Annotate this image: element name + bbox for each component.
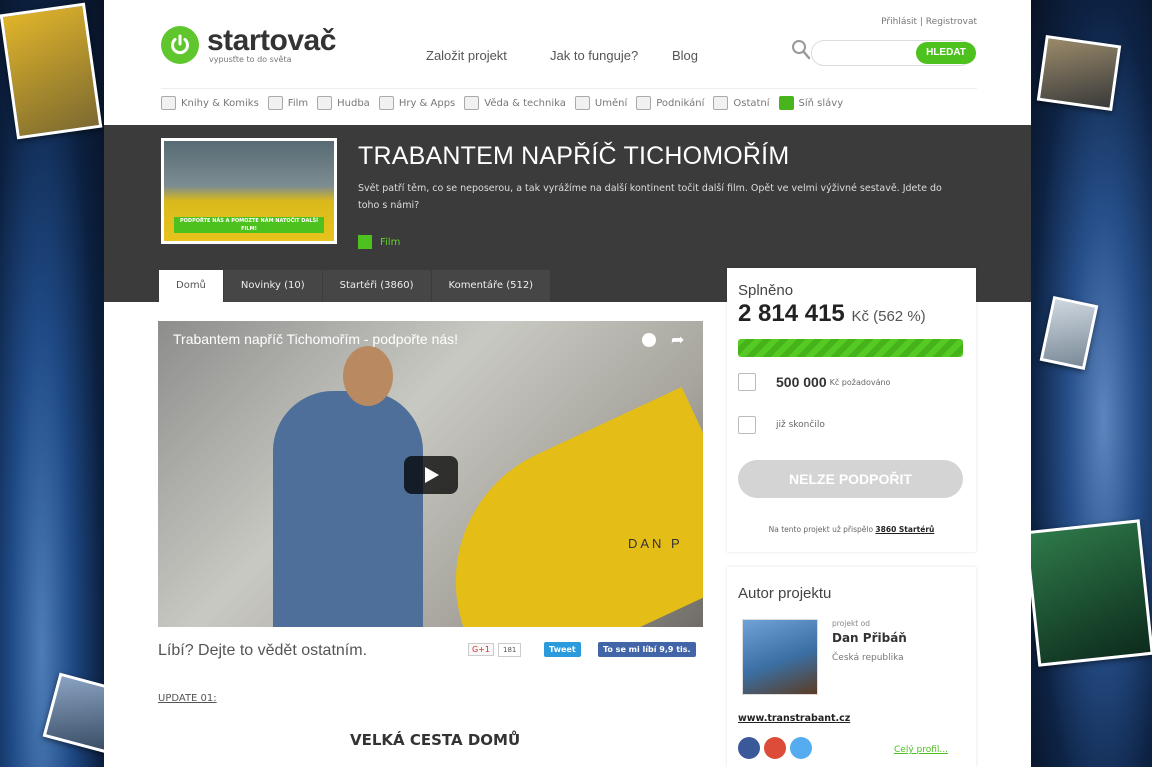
film-icon (358, 235, 372, 249)
project-title: TRABANTEM NAPŘÍČ TICHOMOŘÍM (358, 142, 790, 170)
nav-blog[interactable]: Blog (672, 48, 698, 63)
author-country: Česká republika (832, 653, 904, 663)
author-name[interactable]: Dan Přibáň (832, 631, 907, 645)
category-science[interactable]: Věda & technika (464, 96, 566, 110)
gplus-count: 181 (498, 643, 522, 657)
funded-label: Splněno (738, 282, 794, 299)
project-category-label: Film (380, 236, 401, 248)
checkbox-icon (738, 373, 756, 391)
background-photo (1031, 519, 1152, 667)
author-heading: Autor projektu (738, 585, 832, 602)
divider (161, 88, 977, 89)
background-photo (42, 672, 104, 754)
music-icon (317, 96, 333, 110)
gplus-icon[interactable] (764, 737, 786, 759)
video-title[interactable]: Trabantem napříč Tichomořím - podpořte n… (173, 331, 458, 347)
author-website[interactable]: www.transtrabant.cz (738, 713, 850, 724)
share-row: Líbí? Dejte to vědět ostatním. G+1 181 T… (158, 636, 703, 666)
author-profile-link[interactable]: Celý profil... (894, 745, 948, 755)
tab-bar: Domů Novinky (10) Startéři (3860) Koment… (159, 270, 551, 302)
atom-icon (464, 96, 480, 110)
logo-name: startovač (207, 23, 336, 57)
update-link[interactable]: UPDATE 01: (158, 693, 217, 704)
funded-amount: 2 814 415 Kč (562 %) (738, 300, 926, 327)
logo[interactable]: startovač vypusťte to do světa (161, 23, 336, 64)
goal-amount: 500 000 (776, 374, 827, 390)
tweet-button[interactable]: Tweet (544, 642, 581, 657)
film-icon (267, 96, 283, 110)
author-box: Autor projektu projekt od Dan Přibáň Čes… (727, 567, 976, 767)
funded-currency: Kč (562 %) (851, 308, 926, 325)
palette-icon (574, 96, 590, 110)
search-icon[interactable] (791, 39, 811, 65)
facebook-icon[interactable] (738, 737, 760, 759)
video-person (273, 391, 423, 627)
twitter-icon[interactable] (790, 737, 812, 759)
content-heading: VELKÁ CESTA DOMŮ (350, 731, 521, 749)
calendar-icon (738, 416, 756, 434)
funding-box: Splněno 2 814 415 Kč (562 %) 500 000 Kč … (727, 268, 976, 552)
category-other[interactable]: Ostatní (713, 96, 770, 110)
background-photo (0, 2, 103, 140)
page: startovač vypusťte to do světa Přihlásit… (104, 0, 1031, 767)
category-hall-of-fame[interactable]: Síň slávy (778, 96, 843, 110)
gamepad-icon (378, 96, 394, 110)
thumbnail-banner: PODPOŘTE NÁS A POMOZTE NÁM NATOČIT DALŠÍ… (174, 217, 324, 233)
backers-link[interactable]: 3860 Startérů (875, 525, 934, 534)
video-car (409, 386, 703, 627)
progress-bar (738, 339, 963, 357)
gear-icon (636, 96, 652, 110)
avatar[interactable] (742, 619, 818, 695)
login-links[interactable]: Přihlásit | Registrovat (881, 17, 977, 27)
book-icon (161, 96, 176, 110)
project-description: Svět patří těm, co se neposerou, a tak v… (358, 183, 942, 211)
background-photo (1039, 295, 1099, 371)
tab-backers[interactable]: Startéři (3860) (322, 270, 431, 302)
play-icon[interactable] (404, 456, 458, 494)
category-music[interactable]: Hudba (317, 96, 370, 110)
background-photo (1036, 35, 1122, 111)
gplus-button[interactable]: G+1 (468, 643, 494, 656)
video-car-text: DAN P (628, 536, 683, 551)
category-books[interactable]: Knihy & Komiks (161, 96, 259, 110)
tab-home[interactable]: Domů (159, 270, 223, 302)
tab-news[interactable]: Novinky (10) (223, 270, 322, 302)
category-business[interactable]: Podnikání (636, 96, 704, 110)
clock-icon[interactable] (642, 333, 656, 347)
share-prompt: Líbí? Dejte to vědět ostatním. (158, 642, 368, 659)
project-thumbnail: PODPOŘTE NÁS A POMOZTE NÁM NATOČIT DALŠÍ… (161, 138, 337, 244)
goal-row: 500 000 Kč požadováno (738, 373, 890, 391)
video-player[interactable]: DAN P Trabantem napříč Tichomořím - podp… (158, 321, 703, 627)
power-icon (161, 26, 199, 64)
status-text: již skončilo (776, 420, 825, 430)
background-left (0, 0, 104, 767)
category-games[interactable]: Hry & Apps (378, 96, 455, 110)
video-person-head (343, 346, 393, 406)
category-bar: Knihy & Komiks Film Hudba Hry & Apps Věd… (161, 96, 852, 110)
category-art[interactable]: Umění (574, 96, 627, 110)
search-button[interactable]: HLEDAT (916, 42, 976, 64)
category-film[interactable]: Film (267, 96, 308, 110)
backers-text: Na tento projekt už přispělo 3860 Starté… (768, 525, 935, 534)
nav-create-project[interactable]: Založit projekt (426, 48, 507, 63)
background-right (1031, 0, 1152, 767)
nav-how-it-works[interactable]: Jak to funguje? (550, 48, 638, 63)
project-category[interactable]: Film (358, 235, 400, 249)
goal-label: Kč požadováno (829, 377, 891, 387)
box-icon (713, 96, 729, 110)
flag-icon (778, 96, 794, 110)
author-by-label: projekt od (832, 619, 870, 628)
facebook-like-button[interactable]: To se mi líbí 9,9 tis. (598, 642, 696, 657)
support-button[interactable]: NELZE PODPOŘIT (738, 460, 963, 498)
status-row: již skončilo (738, 416, 825, 434)
tab-comments[interactable]: Komentáře (512) (431, 270, 551, 302)
share-icon[interactable]: ➦ (671, 330, 684, 349)
